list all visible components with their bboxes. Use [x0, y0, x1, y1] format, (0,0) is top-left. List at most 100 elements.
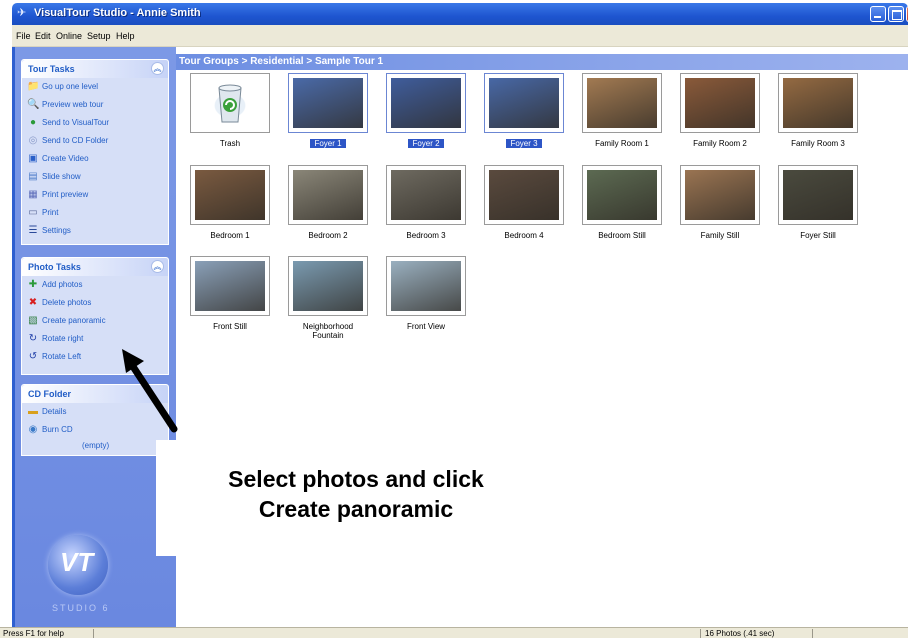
- photo-caption: Family Room 1: [582, 139, 662, 148]
- breadcrumb-path[interactable]: Tour Groups > Residential > Sample Tour …: [179, 56, 383, 67]
- task-label: Print preview: [42, 190, 89, 199]
- photo-preview: [293, 170, 363, 220]
- photo-image: [288, 256, 368, 316]
- photo-caption-text: Family Room 1: [595, 139, 649, 148]
- task-print-preview[interactable]: ▦ Print preview: [22, 186, 168, 204]
- menu-help[interactable]: Help: [116, 31, 135, 41]
- recycle-bin-icon: [195, 78, 265, 128]
- photo-preview: [783, 170, 853, 220]
- photo-preview: [391, 170, 461, 220]
- panel-title: Tour Tasks: [28, 64, 75, 74]
- task-label: Burn CD: [42, 425, 73, 434]
- photo-caption: Foyer 3: [484, 139, 564, 148]
- status-divider: [93, 629, 94, 638]
- folder-icon: ▬: [28, 406, 38, 417]
- status-bar: Press F1 for help 16 Photos (.41 sec): [0, 627, 908, 638]
- logo-text: STUDIO 6: [52, 603, 110, 613]
- photo-caption-text: Foyer Still: [800, 231, 836, 240]
- task-label: Create Video: [42, 154, 89, 163]
- collapse-icon[interactable]: ︽: [151, 260, 164, 273]
- photo-image: [582, 73, 662, 133]
- photo-image: [582, 165, 662, 225]
- task-create-panoramic[interactable]: ▧ Create panoramic: [22, 312, 168, 330]
- photo-caption-text: Foyer 2: [408, 139, 444, 148]
- menu-edit[interactable]: Edit: [35, 31, 51, 41]
- logo-mark-icon: VT: [60, 547, 94, 577]
- photo-caption-text: Family Room 2: [693, 139, 747, 148]
- status-help: Press F1 for help: [3, 629, 64, 638]
- photo-caption-text: Bedroom Still: [598, 231, 646, 240]
- photo-preview: [783, 78, 853, 128]
- task-send-to-cd-folder[interactable]: ◎ Send to CD Folder: [22, 132, 168, 150]
- task-slide-show[interactable]: ▤ Slide show: [22, 168, 168, 186]
- tour-tasks-header[interactable]: Tour Tasks ︽: [22, 60, 168, 78]
- task-label: Delete photos: [42, 298, 92, 307]
- annotation-arrow-icon: [122, 349, 178, 433]
- photo-caption: Bedroom 4: [484, 231, 564, 240]
- photo-caption: Bedroom Still: [582, 231, 662, 240]
- settings-list-icon: ☰: [28, 225, 38, 236]
- task-label: Send to VisualTour: [42, 118, 110, 127]
- photo-caption-text: Neighborhood Fountain: [302, 322, 354, 340]
- annotation-line-1: Select photos and click: [228, 466, 484, 492]
- photo-caption: Foyer 1: [288, 139, 368, 148]
- photo-preview: [489, 170, 559, 220]
- task-settings[interactable]: ☰ Settings: [22, 222, 168, 240]
- photo-image: [386, 165, 466, 225]
- maximize-button[interactable]: [888, 6, 904, 22]
- cd-icon: ◎: [28, 135, 38, 146]
- print-preview-icon: ▦: [28, 189, 38, 200]
- photo-caption-text: Bedroom 3: [406, 231, 446, 240]
- magnifier-icon: 🔍: [27, 99, 40, 110]
- photo-preview: [195, 261, 265, 311]
- photo-caption: Bedroom 3: [386, 231, 466, 240]
- studio-logo: VT: [48, 535, 108, 595]
- photo-caption-text: Foyer 1: [310, 139, 346, 148]
- rotate-right-icon: ↻: [28, 333, 38, 344]
- task-send-to-visualtour[interactable]: ● Send to VisualTour: [22, 114, 168, 132]
- task-delete-photos[interactable]: ✖ Delete photos: [22, 294, 168, 312]
- task-label: Send to CD Folder: [42, 136, 109, 145]
- panel-title: Photo Tasks: [28, 262, 81, 272]
- photo-tasks-header[interactable]: Photo Tasks ︽: [22, 258, 168, 276]
- printer-icon: ▭: [28, 207, 38, 218]
- task-label: Preview web tour: [42, 100, 104, 109]
- task-label: Print: [42, 208, 59, 217]
- collapse-icon[interactable]: ︽: [151, 62, 164, 75]
- photo-caption: Family Room 3: [778, 139, 858, 148]
- tour-tasks-panel: Tour Tasks ︽ 📁 Go up one level 🔍 Preview we…: [21, 59, 169, 245]
- task-label: Add photos: [42, 280, 83, 289]
- photo-caption: Family Still: [680, 231, 760, 240]
- task-label: Details: [42, 407, 67, 416]
- cd-empty-note: (empty): [82, 441, 110, 450]
- plus-icon: ✚: [28, 279, 38, 290]
- photo-caption-text: Family Still: [700, 231, 740, 240]
- menu-setup[interactable]: Setup: [87, 31, 111, 41]
- photo-preview: [195, 170, 265, 220]
- globe-icon: ●: [29, 117, 37, 128]
- photo-preview: [685, 78, 755, 128]
- task-create-video[interactable]: ▣ Create Video: [22, 150, 168, 168]
- task-add-photos[interactable]: ✚ Add photos: [22, 276, 168, 294]
- window-title: VisualTour Studio - Annie Smith: [34, 7, 201, 19]
- task-preview-web-tour[interactable]: 🔍 Preview web tour: [22, 96, 168, 114]
- menu-file[interactable]: File: [16, 31, 31, 41]
- photo-caption: Trash: [190, 139, 270, 148]
- photo-caption-text: Front Still: [213, 322, 247, 331]
- photo-preview: [587, 170, 657, 220]
- photo-caption: Bedroom 2: [288, 231, 368, 240]
- photo-preview: [587, 78, 657, 128]
- task-print[interactable]: ▭ Print: [22, 204, 168, 222]
- task-go-up-one-level[interactable]: 📁 Go up one level: [22, 78, 168, 96]
- menu-online[interactable]: Online: [56, 31, 82, 41]
- photo-preview: [391, 78, 461, 128]
- panel-title: CD Folder: [28, 389, 72, 399]
- minimize-button[interactable]: [870, 6, 886, 22]
- photo-caption: Neighborhood Fountain: [288, 322, 368, 340]
- task-label: Rotate right: [42, 334, 84, 343]
- task-label: Settings: [42, 226, 71, 235]
- delete-x-icon: ✖: [28, 297, 38, 308]
- photo-image: [288, 165, 368, 225]
- photo-caption-text: Trash: [219, 139, 241, 148]
- video-icon: ▣: [28, 153, 38, 164]
